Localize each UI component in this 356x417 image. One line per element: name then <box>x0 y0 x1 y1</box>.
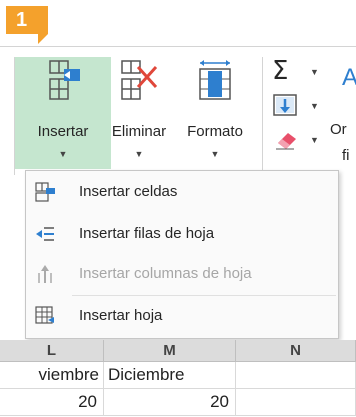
menu-item-label: Insertar columnas de hoja <box>79 265 252 282</box>
menu-item-insert-sheet[interactable]: Insertar hoja <box>26 299 338 333</box>
delete-button-label: Eliminar <box>111 123 167 140</box>
format-cells-icon <box>199 60 231 100</box>
cell-l-value[interactable]: 20 <box>0 389 104 416</box>
insert-dropdown-menu: Insertar celdas Insertar filas de hoja I… <box>25 170 339 339</box>
autosum-icon[interactable]: Σ <box>272 58 302 84</box>
ribbon-cells-group: Insertar ▼ Eliminar ▼ Formato ▼ Σ ▼ ▼ ▼ … <box>0 46 356 175</box>
chevron-down-icon[interactable]: ▼ <box>310 67 319 77</box>
delete-button[interactable]: Eliminar ▼ <box>104 57 174 169</box>
chevron-down-icon[interactable]: ▼ <box>310 135 319 145</box>
svg-text:A: A <box>342 64 356 91</box>
chevron-down-icon: ▼ <box>58 149 68 159</box>
menu-item-label: Insertar celdas <box>79 183 178 200</box>
ribbon-divider <box>262 57 263 175</box>
insert-cells-icon <box>35 182 55 202</box>
cell-m-value[interactable]: 20 <box>104 389 236 416</box>
column-header-m[interactable]: M <box>104 340 236 362</box>
fill-icon[interactable] <box>272 93 302 117</box>
menu-item-insert-rows[interactable]: Insertar filas de hoja <box>26 217 338 251</box>
column-header-n[interactable]: N <box>236 340 356 362</box>
insert-columns-icon <box>38 265 52 283</box>
cell-n-month[interactable] <box>236 362 356 389</box>
insert-button-label: Insertar <box>37 123 89 140</box>
format-button-label: Formato <box>187 123 243 140</box>
step-number-badge: 1 <box>6 6 48 44</box>
menu-item-label: Insertar hoja <box>79 307 163 324</box>
column-header-l[interactable]: L <box>0 340 104 362</box>
sort-filter-label[interactable]: Or <box>330 121 347 138</box>
menu-item-label: Insertar filas de hoja <box>79 225 215 242</box>
format-button[interactable]: Formato ▼ <box>176 57 254 169</box>
eraser-icon[interactable] <box>272 127 302 151</box>
chevron-down-icon: ▼ <box>134 149 144 159</box>
sort-filter-icon[interactable]: A <box>340 61 356 91</box>
insert-rows-icon <box>36 227 54 241</box>
sort-filter-label-2: fi <box>342 147 350 164</box>
insert-sheet-icon <box>35 306 54 324</box>
cell-m-month[interactable]: Diciembre <box>104 362 236 389</box>
menu-item-insert-cells[interactable]: Insertar celdas <box>26 175 338 209</box>
delete-cells-icon <box>121 60 158 100</box>
chevron-down-icon: ▼ <box>210 149 220 159</box>
spreadsheet-grid: L M N viembre Diciembre 20 20 <box>0 340 356 417</box>
cell-l-month[interactable]: viembre <box>0 362 104 389</box>
chevron-down-icon[interactable]: ▼ <box>310 101 319 111</box>
insert-cells-icon <box>49 60 80 100</box>
insert-button[interactable]: Insertar ▼ <box>15 57 111 169</box>
menu-divider <box>72 295 336 296</box>
cell-n-value[interactable] <box>236 389 356 416</box>
menu-item-insert-columns: Insertar columnas de hoja <box>26 257 338 291</box>
